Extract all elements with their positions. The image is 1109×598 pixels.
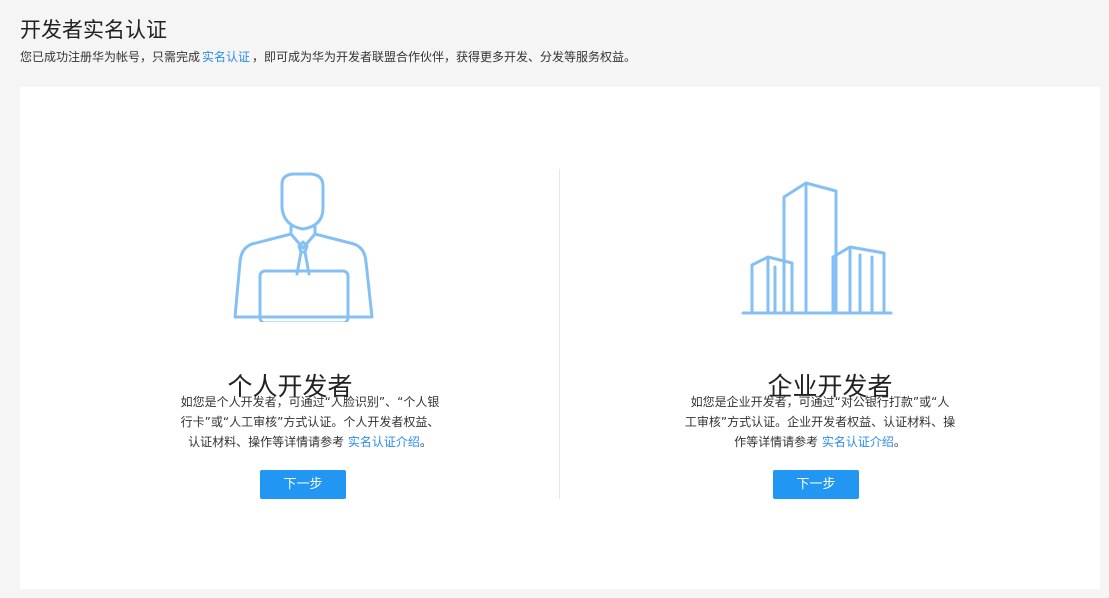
subtitle-suffix: ，即可成为华为开发者联盟合作伙伴，获得更多开发、分发等服务权益。 <box>252 50 637 64</box>
desc-line-prefix: 认证材料、操作等详情请参考 <box>188 435 345 449</box>
personal-developer-description: 如您是个人开发者，可通过“人脸识别”、“个人银 行卡”或“人工审核”方式认证。个… <box>150 392 470 452</box>
page-subtitle: 您已成功注册华为帐号，只需完成 实名认证 ，即可成为华为开发者联盟合作伙伴，获得更多… <box>20 48 636 66</box>
desc-line: 作等详情请参考 实名认证介绍。 <box>670 432 970 452</box>
real-name-auth-link[interactable]: 实名认证 <box>202 50 250 64</box>
page-header: 开发者实名认证 您已成功注册华为帐号，只需完成 实名认证 ，即可成为华为开发者联盟合… <box>20 14 636 66</box>
page-title: 开发者实名认证 <box>20 18 167 42</box>
enterprise-developer-option: 企业开发者 如您是企业开发者，可通过“对公银行打款”或“人 工审核”方式认证。企… <box>560 87 1100 589</box>
personal-next-button[interactable]: 下一步 <box>260 470 346 499</box>
auth-intro-link[interactable]: 实名认证介绍 <box>348 435 420 449</box>
enterprise-next-button[interactable]: 下一步 <box>773 470 859 499</box>
enterprise-building-icon <box>741 181 893 315</box>
desc-suffix: 。 <box>419 435 432 449</box>
desc-suffix: 。 <box>893 435 906 449</box>
auth-intro-link[interactable]: 实名认证介绍 <box>822 435 894 449</box>
developer-person-icon <box>233 172 374 322</box>
desc-line: 认证材料、操作等详情请参考 实名认证介绍。 <box>150 432 470 452</box>
subtitle-prefix: 您已成功注册华为帐号，只需完成 <box>20 50 201 64</box>
personal-developer-option: 个人开发者 如您是个人开发者，可通过“人脸识别”、“个人银 行卡”或“人工审核”… <box>20 87 560 589</box>
enterprise-developer-description: 如您是企业开发者，可通过“对公银行打款”或“人 工审核”方式认证。企业开发者权益… <box>670 392 970 452</box>
verification-options-card: 个人开发者 如您是个人开发者，可通过“人脸识别”、“个人银 行卡”或“人工审核”… <box>20 87 1100 589</box>
desc-line: 工审核”方式认证。企业开发者权益、认证材料、操 <box>684 415 956 429</box>
desc-line: 行卡”或“人工审核”方式认证。个人开发者权益、 <box>180 415 440 429</box>
desc-line-prefix: 作等详情请参考 <box>734 435 819 449</box>
desc-line: 如您是企业开发者，可通过“对公银行打款”或“人 <box>690 395 950 409</box>
desc-line: 如您是个人开发者，可通过“人脸识别”、“个人银 <box>180 395 440 409</box>
